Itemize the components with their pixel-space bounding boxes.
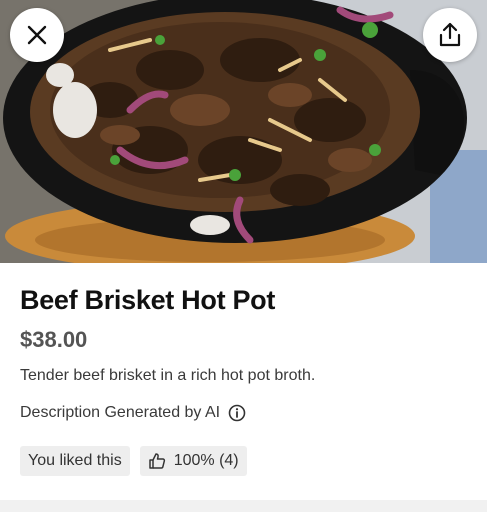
info-icon[interactable] (228, 404, 246, 422)
section-divider (0, 500, 487, 512)
share-icon (439, 22, 461, 47)
liked-chip-label: You liked this (28, 452, 122, 469)
ai-note-label: Description Generated by AI (20, 404, 221, 421)
close-button[interactable] (10, 8, 64, 62)
feedback-chips: You liked this 100% (4) (20, 446, 247, 476)
ai-description-note: Description Generated by AI (20, 404, 246, 422)
liked-chip[interactable]: You liked this (20, 446, 130, 476)
item-description: Tender beef brisket in a rich hot pot br… (20, 367, 316, 384)
item-price: $38.00 (20, 327, 88, 352)
item-title: Beef Brisket Hot Pot (20, 285, 276, 315)
close-icon (27, 25, 47, 45)
rating-chip[interactable]: 100% (4) (139, 446, 247, 476)
hot-pot-image (0, 0, 487, 263)
rating-chip-label: 100% (4) (173, 452, 239, 469)
dish-photo (0, 0, 487, 263)
thumbs-up-icon (148, 453, 165, 469)
share-button[interactable] (423, 8, 477, 62)
